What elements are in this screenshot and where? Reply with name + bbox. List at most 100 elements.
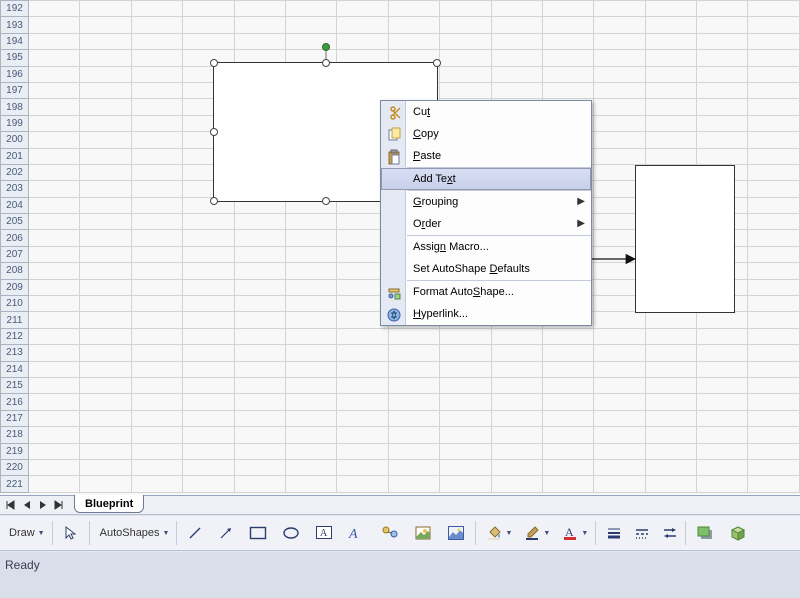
- cell[interactable]: [80, 377, 131, 393]
- cell[interactable]: [131, 1, 182, 17]
- cell[interactable]: [131, 279, 182, 295]
- cell[interactable]: [29, 312, 80, 328]
- cell[interactable]: [542, 459, 593, 475]
- cell[interactable]: [131, 361, 182, 377]
- ctx-item-format-shape[interactable]: Format AutoShape...: [381, 281, 591, 303]
- cell[interactable]: [491, 1, 542, 17]
- cell[interactable]: [542, 66, 593, 82]
- cell[interactable]: [542, 394, 593, 410]
- shape-rect[interactable]: [635, 165, 735, 313]
- textbox-tool-button[interactable]: A: [310, 520, 338, 546]
- cell[interactable]: [440, 17, 491, 33]
- cell[interactable]: [234, 427, 285, 443]
- cell[interactable]: [645, 82, 696, 98]
- cell[interactable]: [29, 17, 80, 33]
- cell[interactable]: [748, 443, 800, 459]
- cell[interactable]: [542, 328, 593, 344]
- cell[interactable]: [491, 377, 542, 393]
- cell[interactable]: [80, 230, 131, 246]
- cell[interactable]: [80, 132, 131, 148]
- cell[interactable]: [491, 459, 542, 475]
- cell[interactable]: [645, 50, 696, 66]
- cell[interactable]: [337, 345, 388, 361]
- cell[interactable]: [440, 1, 491, 17]
- cell[interactable]: [29, 296, 80, 312]
- cell[interactable]: [183, 296, 234, 312]
- cell[interactable]: [131, 33, 182, 49]
- cell[interactable]: [697, 17, 748, 33]
- cell[interactable]: [80, 410, 131, 426]
- cell[interactable]: [491, 361, 542, 377]
- cell[interactable]: [29, 164, 80, 180]
- cell[interactable]: [748, 82, 800, 98]
- cell[interactable]: [285, 279, 336, 295]
- cell[interactable]: [697, 132, 748, 148]
- cell[interactable]: [29, 214, 80, 230]
- cell[interactable]: [29, 377, 80, 393]
- cell[interactable]: [80, 197, 131, 213]
- cell[interactable]: [131, 459, 182, 475]
- wordart-button[interactable]: A: [343, 520, 371, 546]
- cell[interactable]: [234, 410, 285, 426]
- cell[interactable]: [234, 476, 285, 492]
- cell[interactable]: [234, 328, 285, 344]
- cell[interactable]: [131, 82, 182, 98]
- cell[interactable]: [234, 33, 285, 49]
- cell[interactable]: [234, 394, 285, 410]
- cell[interactable]: [645, 148, 696, 164]
- cell[interactable]: [80, 164, 131, 180]
- row-header[interactable]: 205: [1, 214, 29, 230]
- resize-handle-n[interactable]: [322, 59, 330, 67]
- cell[interactable]: [440, 66, 491, 82]
- cell[interactable]: [748, 17, 800, 33]
- cell[interactable]: [183, 230, 234, 246]
- cell[interactable]: [645, 99, 696, 115]
- cell[interactable]: [440, 50, 491, 66]
- cell[interactable]: [748, 1, 800, 17]
- autoshapes-menu-button[interactable]: AutoShapes ▼: [95, 520, 172, 546]
- cell[interactable]: [285, 361, 336, 377]
- cell[interactable]: [440, 427, 491, 443]
- cell[interactable]: [645, 377, 696, 393]
- cell[interactable]: [697, 410, 748, 426]
- cell[interactable]: [748, 459, 800, 475]
- row-header[interactable]: 220: [1, 459, 29, 475]
- cell[interactable]: [542, 377, 593, 393]
- dash-style-button[interactable]: [629, 520, 652, 546]
- cell[interactable]: [594, 394, 645, 410]
- cell[interactable]: [337, 394, 388, 410]
- cell[interactable]: [748, 279, 800, 295]
- cell[interactable]: [80, 394, 131, 410]
- rotate-handle[interactable]: [322, 43, 330, 51]
- row-header[interactable]: 221: [1, 476, 29, 492]
- cell[interactable]: [440, 345, 491, 361]
- line-style-button[interactable]: [601, 520, 624, 546]
- cell[interactable]: [748, 361, 800, 377]
- cell[interactable]: [491, 410, 542, 426]
- cell[interactable]: [131, 164, 182, 180]
- cell[interactable]: [594, 17, 645, 33]
- cell[interactable]: [285, 377, 336, 393]
- cell[interactable]: [29, 181, 80, 197]
- cell[interactable]: [491, 66, 542, 82]
- cell[interactable]: [183, 394, 234, 410]
- cell[interactable]: [80, 345, 131, 361]
- sheet-nav-next[interactable]: [35, 497, 50, 513]
- ctx-item-autoshape-def[interactable]: Set AutoShape Defaults: [381, 258, 591, 280]
- cell[interactable]: [29, 230, 80, 246]
- cell[interactable]: [697, 312, 748, 328]
- arrow-tool-button[interactable]: [213, 520, 239, 546]
- cell[interactable]: [440, 361, 491, 377]
- cell[interactable]: [29, 394, 80, 410]
- cell[interactable]: [80, 279, 131, 295]
- cell[interactable]: [80, 66, 131, 82]
- cell[interactable]: [594, 312, 645, 328]
- cell[interactable]: [183, 459, 234, 475]
- ctx-item-paste[interactable]: Paste: [381, 145, 591, 167]
- row-header[interactable]: 204: [1, 197, 29, 213]
- cell[interactable]: [29, 459, 80, 475]
- cell[interactable]: [80, 148, 131, 164]
- cell[interactable]: [234, 17, 285, 33]
- row-header[interactable]: 195: [1, 50, 29, 66]
- cell[interactable]: [80, 1, 131, 17]
